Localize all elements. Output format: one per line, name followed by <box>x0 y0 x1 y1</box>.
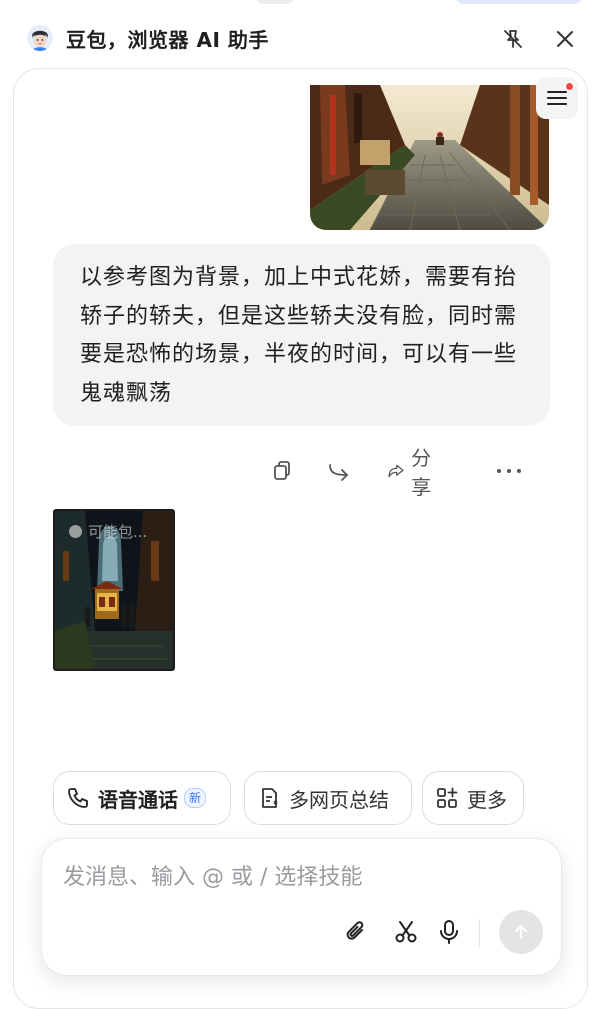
generated-image[interactable]: 可能包... <box>53 509 175 671</box>
phone-icon <box>68 788 88 808</box>
toolbar-divider <box>479 919 480 947</box>
voice-call-label: 语音通话 <box>98 787 178 812</box>
close-icon[interactable] <box>550 24 580 54</box>
message-input[interactable] <box>63 857 533 897</box>
mic-button[interactable] <box>432 915 466 949</box>
forward-button[interactable] <box>327 454 353 488</box>
chat-panel: 以参考图为背景，加上中式花娇，需要有抬轿子的轿夫，但是这些轿夫没有脸，同时需要是… <box>13 68 588 1009</box>
attach-icon <box>346 921 364 940</box>
mic-icon <box>440 920 458 944</box>
send-arrow-icon <box>515 925 527 939</box>
menu-icon <box>547 91 567 105</box>
menu-button[interactable] <box>536 77 578 119</box>
more-label: 更多 <box>467 787 507 812</box>
voice-call-chip[interactable]: 语音通话 新 <box>53 771 231 825</box>
more-chip[interactable]: 更多 <box>422 771 524 825</box>
doc-summary-icon <box>262 788 278 808</box>
apps-grid-icon <box>437 787 458 808</box>
send-button[interactable] <box>499 910 543 954</box>
user-message-bubble: 以参考图为背景，加上中式花娇，需要有抬轿子的轿夫，但是这些轿夫没有脸，同时需要是… <box>53 244 550 426</box>
header: 豆包，浏览器 AI 助手 <box>0 0 600 78</box>
multi-page-summary-chip[interactable]: 多网页总结 <box>244 771 412 825</box>
copy-icon <box>274 461 290 480</box>
scissors-icon <box>395 921 417 943</box>
more-icon <box>497 469 521 473</box>
attach-button[interactable] <box>339 915 373 949</box>
app-title: 豆包，浏览器 AI 助手 <box>66 28 269 52</box>
share-icon <box>388 464 404 478</box>
ai-generated-badge: 可能包... <box>69 521 147 542</box>
copy-button[interactable] <box>270 454 294 488</box>
notification-dot <box>565 82 574 91</box>
info-icon <box>69 525 82 538</box>
user-message-text: 以参考图为背景，加上中式花娇，需要有抬轿子的轿夫，但是这些轿夫没有脸，同时需要是… <box>80 265 518 406</box>
multi-page-summary-label: 多网页总结 <box>289 787 389 812</box>
share-label: 分享 <box>411 446 432 499</box>
forward-icon <box>329 464 348 481</box>
more-button[interactable] <box>496 454 522 488</box>
share-button[interactable]: 分享 <box>387 446 439 499</box>
composer <box>41 838 562 976</box>
doubao-avatar-icon <box>27 25 53 51</box>
unpin-icon[interactable] <box>498 24 528 54</box>
reference-image[interactable] <box>310 85 549 230</box>
screenshot-button[interactable] <box>389 915 423 949</box>
new-badge: 新 <box>184 788 207 808</box>
